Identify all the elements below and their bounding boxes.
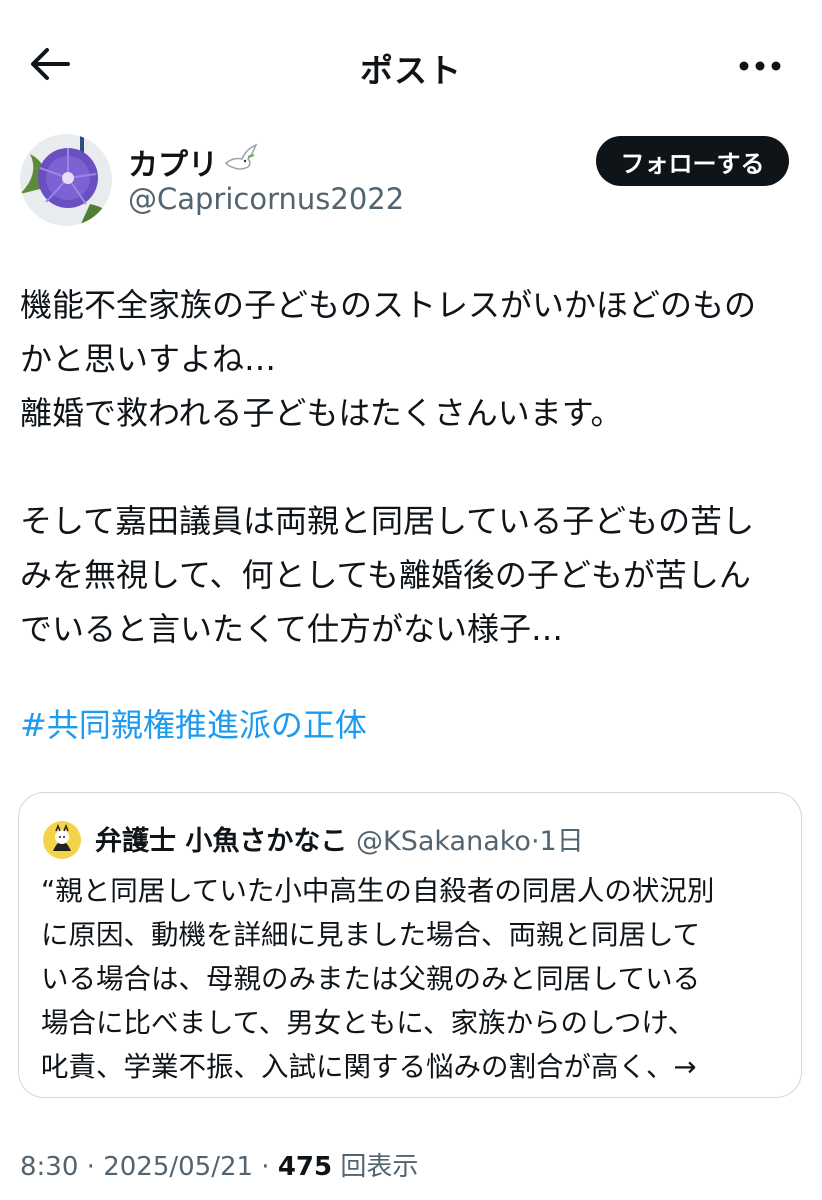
more-horizontal-icon [739, 61, 781, 71]
page-title: ポスト [360, 51, 462, 90]
author-handle[interactable]: @Capricornus2022 [128, 182, 404, 216]
author-avatar[interactable] [20, 134, 112, 226]
hashtag-link[interactable]: #共同親権推進派の正体 [20, 698, 367, 752]
top-bar: ポスト [0, 0, 822, 130]
meta-separator: · [78, 1152, 104, 1182]
quoted-separator: · [530, 826, 540, 857]
quoted-author-avatar [43, 821, 81, 859]
quoted-post-header: 弁護士 小魚さかなこ @KSakanako·1日 [95, 819, 584, 858]
view-count[interactable]: 475 [278, 1152, 332, 1182]
quoted-post-text: “親と同居していた小中高生の自殺者の同居人の状況別 に原因、動機を詳細に見ました… [41, 875, 715, 1083]
follow-button[interactable]: フォローする [596, 136, 789, 186]
quoted-author-name: 弁護士 小魚さかなこ [95, 826, 348, 857]
post-metadata: 8:30 · 2025/05/21 · 475 回表示 [20, 1146, 418, 1183]
quoted-author-handle: @KSakanako [356, 826, 531, 857]
view-count-label: 回表示 [332, 1152, 419, 1182]
author-name-text: カプリ [128, 148, 218, 183]
meta-separator: · [253, 1152, 278, 1182]
quoted-post-time: 1日 [539, 826, 584, 857]
author-display-name[interactable]: カプリ [128, 140, 258, 184]
post-date: 2025/05/21 [103, 1152, 254, 1182]
quoted-post-card[interactable]: 弁護士 小魚さかなこ @KSakanako·1日 “親と同居していた小中高生の自… [18, 792, 802, 1098]
more-options-button[interactable] [730, 44, 790, 88]
post-text: 機能不全家族の子どものストレスがいかほどのもの かと思いすよね… 離婚で救われる… [20, 286, 757, 648]
dove-icon [224, 143, 258, 181]
post-time: 8:30 [20, 1152, 79, 1182]
